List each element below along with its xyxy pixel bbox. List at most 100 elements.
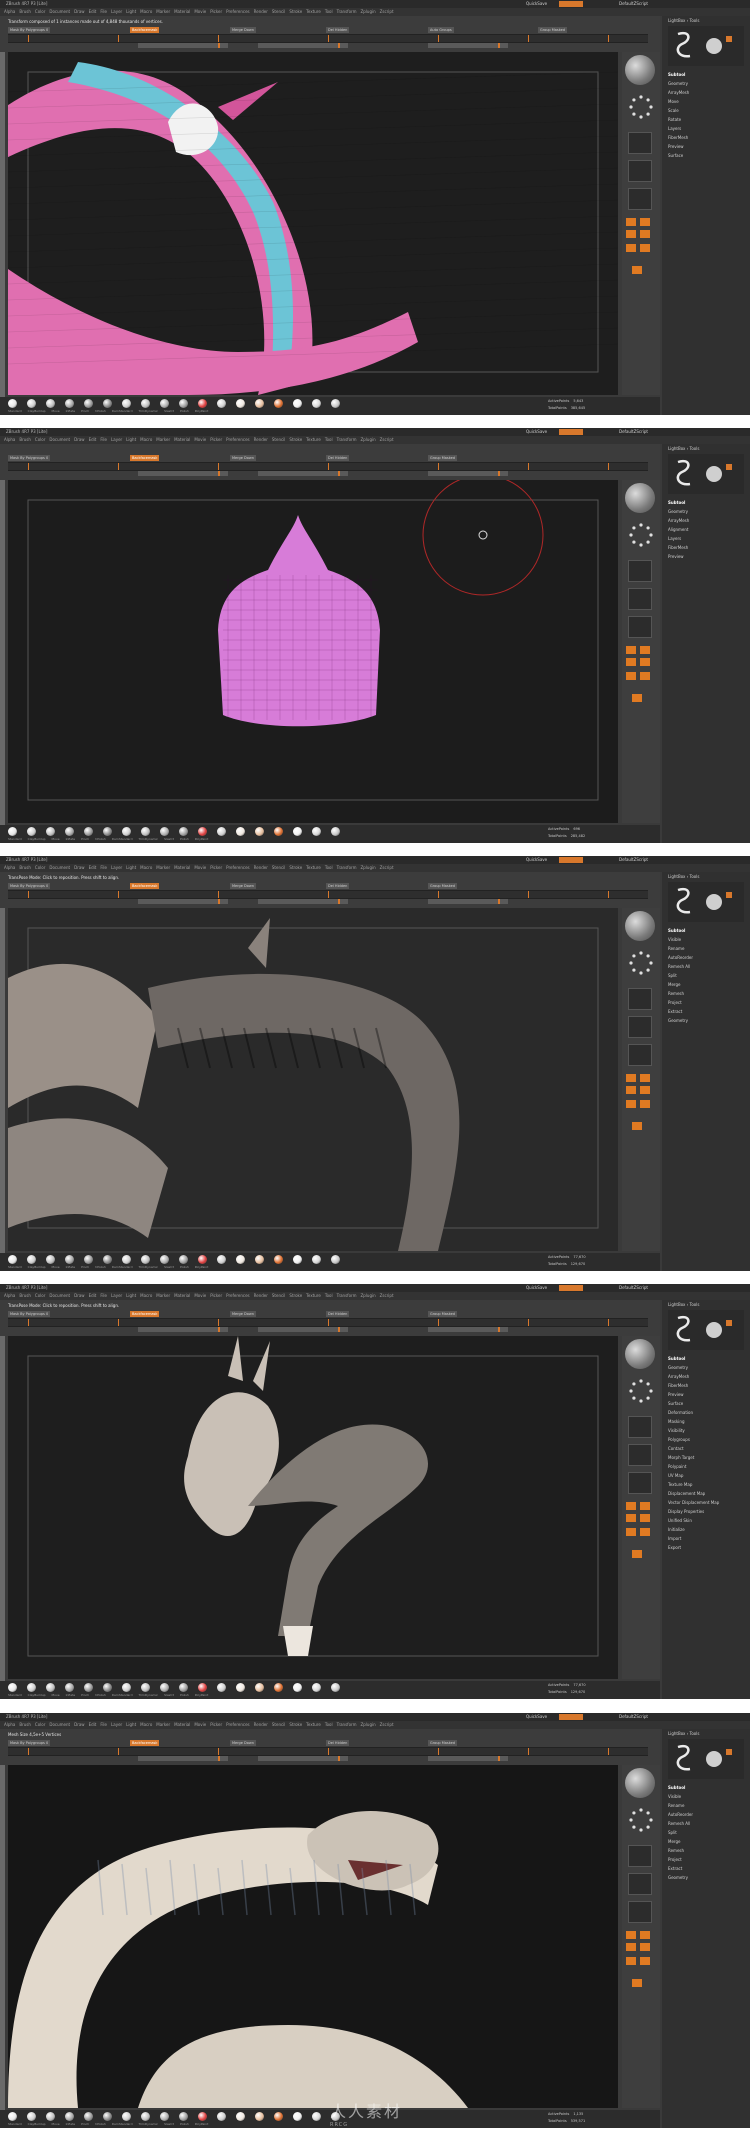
menu-item-stencil[interactable]: Stencil [272,1293,286,1298]
brush-swatch[interactable] [331,399,340,408]
tool-thumbnails[interactable] [668,1310,744,1350]
menu-item-zscript[interactable]: Zscript [380,9,394,14]
tray-item[interactable]: UV Map [668,1473,744,1479]
timeline-key[interactable] [528,463,529,470]
tray-item[interactable]: Merge [668,1839,744,1845]
brush-swatch[interactable] [198,1683,207,1692]
brush-swatch[interactable] [8,2112,17,2121]
slider[interactable] [428,899,508,904]
menu-item-color[interactable]: Color [35,437,45,442]
timeline-key[interactable] [528,1319,529,1326]
brush-swatch[interactable] [217,1683,226,1692]
menu-item-render[interactable]: Render [254,437,268,442]
menu-item-alpha[interactable]: Alpha [4,1722,15,1727]
tray-item[interactable]: Rename [668,946,744,952]
menu-item-document[interactable]: Document [49,437,70,442]
material-sphere-icon[interactable] [625,1339,655,1369]
menu-item-transform[interactable]: Transform [337,865,357,870]
brush-swatch[interactable] [27,399,36,408]
tray-item[interactable]: Remesh All [668,1821,744,1827]
timeline-key[interactable] [328,35,329,42]
menu-item-material[interactable]: Material [174,865,190,870]
menu-item-texture[interactable]: Texture [306,1293,321,1298]
menu-item-layer[interactable]: Layer [111,9,122,14]
tray-item[interactable]: Import [668,1536,744,1542]
transform-button[interactable] [626,1931,636,1939]
menu-item-zscript[interactable]: Zscript [380,437,394,442]
menu-item-edit[interactable]: Edit [89,865,97,870]
menu-item-picker[interactable]: Picker [210,9,222,14]
tray-item[interactable]: Contact [668,1446,744,1452]
brush-swatch[interactable] [179,1683,188,1692]
slider-knob[interactable] [498,1756,500,1761]
brush-swatch[interactable] [236,2112,245,2121]
tray-item[interactable]: Visible [668,1794,744,1800]
menu-item-transform[interactable]: Transform [337,1722,357,1727]
menu-item-picker[interactable]: Picker [210,437,222,442]
slider[interactable] [258,1756,348,1761]
timeline-ruler[interactable] [8,462,648,471]
brush-swatch[interactable] [198,1255,207,1264]
menu-item-transform[interactable]: Transform [337,1293,357,1298]
tray-item[interactable]: Alignment [668,527,744,533]
menu-item-stroke[interactable]: Stroke [289,9,302,14]
transform-button[interactable] [640,1100,650,1108]
brush-swatch[interactable] [84,1255,93,1264]
tray-item[interactable]: Layers [668,536,744,542]
menu-item-stencil[interactable]: Stencil [272,1722,286,1727]
menu-item-document[interactable]: Document [49,9,70,14]
brush-swatch[interactable] [65,1255,74,1264]
menu-item-texture[interactable]: Texture [306,9,321,14]
tray-item[interactable]: Preview [668,144,744,150]
menu-item-file[interactable]: File [100,865,107,870]
menu-item-light[interactable]: Light [126,9,136,14]
tray-item[interactable]: Deformation [668,1410,744,1416]
viewport-canvas[interactable] [8,908,618,1251]
brush-swatch[interactable] [274,2112,283,2121]
brush-swatch[interactable] [312,827,321,836]
control-button[interactable]: Del Hidden [326,27,350,33]
transform-button[interactable] [626,1528,636,1536]
transform-button[interactable] [626,218,636,226]
transform-button[interactable] [632,266,642,274]
menu-item-color[interactable]: Color [35,9,45,14]
brush-swatch[interactable] [312,1683,321,1692]
brush-swatch[interactable] [179,2112,188,2121]
slider[interactable] [138,1327,228,1332]
tray-item[interactable]: FiberMesh [668,1383,744,1389]
menu-item-movie[interactable]: Movie [194,1293,206,1298]
timeline-ruler[interactable] [8,34,648,43]
transform-button[interactable] [640,1528,650,1536]
timeline-key[interactable] [218,35,219,42]
tray-item[interactable]: Texture Map [668,1482,744,1488]
view-button[interactable] [628,588,652,610]
tray-item[interactable]: Geometry [668,1365,744,1371]
default-zscript-button[interactable]: DefaultZScript [619,428,648,436]
brush-swatch[interactable] [217,1255,226,1264]
view-button[interactable] [628,1845,652,1867]
menu-item-tool[interactable]: Tool [325,9,333,14]
transform-button[interactable] [640,244,650,252]
view-button[interactable] [628,160,652,182]
timeline-key[interactable] [28,891,29,898]
menu-item-stencil[interactable]: Stencil [272,9,286,14]
brush-swatch[interactable] [122,1255,131,1264]
brush-swatch[interactable] [331,827,340,836]
slider[interactable] [258,899,348,904]
menu-item-brush[interactable]: Brush [19,1722,31,1727]
control-button[interactable]: Del Hidden [326,455,350,461]
menu-item-draw[interactable]: Draw [74,437,84,442]
control-button[interactable]: Backfacemask [130,883,160,889]
transform-button[interactable] [640,1086,650,1094]
brush-swatch[interactable] [293,399,302,408]
transform-button[interactable] [640,1943,650,1951]
menu-item-alpha[interactable]: Alpha [4,1293,15,1298]
menu-item-brush[interactable]: Brush [19,9,31,14]
brush-swatch[interactable] [8,1255,17,1264]
menu-item-light[interactable]: Light [126,1722,136,1727]
menu-item-tool[interactable]: Tool [325,1722,333,1727]
transform-button[interactable] [640,1514,650,1522]
timeline-key[interactable] [218,891,219,898]
brush-swatch[interactable] [255,1683,264,1692]
timeline-key[interactable] [608,1319,609,1326]
